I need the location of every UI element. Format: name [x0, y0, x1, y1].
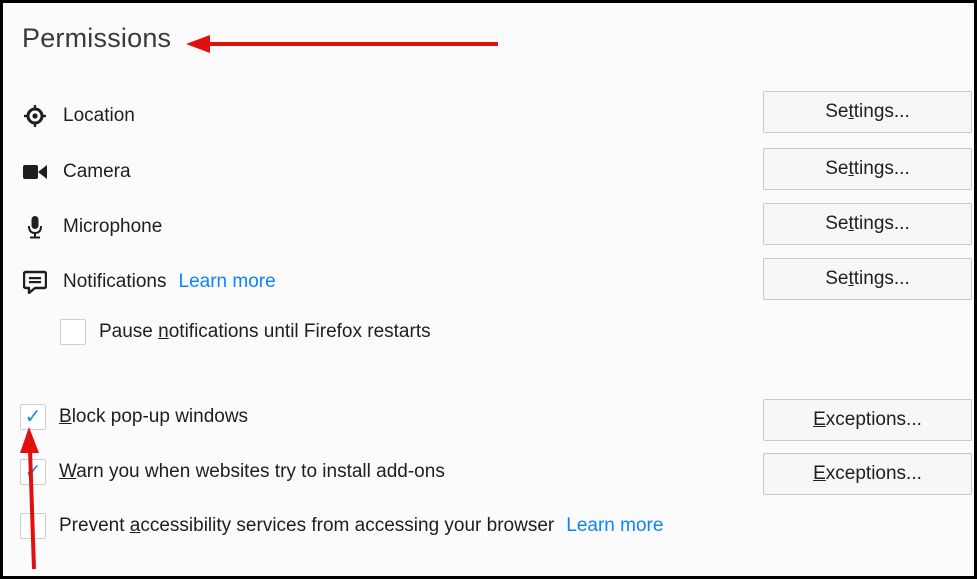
- permission-row-microphone: Microphone: [23, 207, 162, 247]
- camera-settings-button[interactable]: Settings...: [763, 148, 972, 190]
- warn-addons-label[interactable]: Warn you when websites try to install ad…: [59, 461, 445, 483]
- warn-addons-exceptions-button[interactable]: Exceptions...: [763, 453, 972, 495]
- preferences-panel: Permissions Location Settings... Camera …: [0, 0, 977, 579]
- camera-label: Camera: [63, 161, 131, 182]
- prevent-accessibility-label[interactable]: Prevent accessibility services from acce…: [59, 515, 554, 537]
- microphone-icon: [23, 215, 47, 239]
- prevent-accessibility-row: Prevent accessibility services from acce…: [20, 508, 663, 544]
- notifications-learn-more-link[interactable]: Learn more: [179, 271, 276, 293]
- block-popups-row: ✓ Block pop-up windows: [20, 399, 248, 435]
- warn-addons-row: ✓ Warn you when websites try to install …: [20, 454, 445, 490]
- location-icon: [23, 104, 47, 128]
- notifications-icon: [23, 270, 47, 294]
- microphone-settings-button[interactable]: Settings...: [763, 203, 972, 245]
- annotation-arrow-up-icon: [20, 427, 39, 570]
- block-popups-label[interactable]: Block pop-up windows: [59, 406, 248, 428]
- permission-row-location: Location: [23, 96, 135, 136]
- permission-row-notifications: Notifications Learn more: [23, 262, 276, 302]
- location-label: Location: [63, 105, 135, 126]
- annotation-arrow-left-icon: [186, 35, 498, 53]
- notifications-settings-button[interactable]: Settings...: [763, 258, 972, 300]
- block-popups-exceptions-button[interactable]: Exceptions...: [763, 399, 972, 441]
- pause-notifications-row: Pause notifications until Firefox restar…: [60, 314, 431, 350]
- pause-notifications-label[interactable]: Pause notifications until Firefox restar…: [99, 321, 431, 343]
- permission-row-camera: Camera: [23, 152, 131, 192]
- pause-notifications-checkbox[interactable]: [60, 319, 86, 345]
- location-settings-button[interactable]: Settings...: [763, 91, 972, 133]
- permissions-heading: Permissions: [22, 23, 172, 53]
- accessibility-learn-more-link[interactable]: Learn more: [566, 515, 663, 537]
- notifications-label: Notifications: [63, 271, 167, 292]
- microphone-label: Microphone: [63, 216, 163, 237]
- camera-icon: [23, 160, 47, 184]
